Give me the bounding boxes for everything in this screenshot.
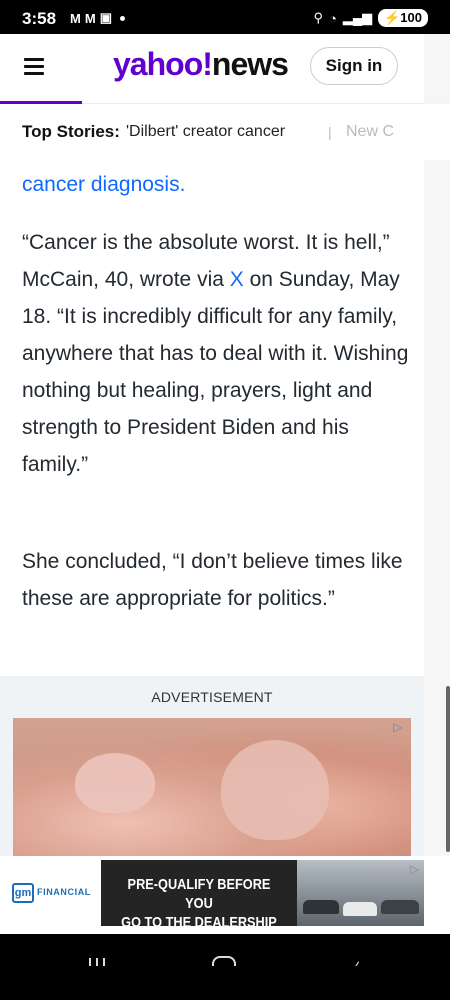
car-shape [381, 900, 419, 914]
signal-icon: ▂▄▆ [342, 10, 373, 25]
system-nav-bar: 〈 [0, 934, 450, 979]
more-notifications-dot [119, 15, 125, 21]
top-stories-bar: Top Stories: 'Dilbert' creator cancer | … [0, 104, 450, 160]
logo-yahoo: yahoo! [113, 46, 213, 82]
cta-line-1: PRE-QUALIFY BEFORE YOU [127, 876, 271, 912]
battery-level: 100 [400, 10, 422, 25]
banner-ad[interactable]: gm FINANCIAL PRE-QUALIFY BEFORE YOU GO T… [0, 856, 450, 934]
ad-image[interactable]: ▷ [13, 718, 411, 856]
gm-financial-text: FINANCIAL [37, 887, 91, 897]
car-shape [303, 900, 339, 914]
ad-label: ADVERTISEMENT [151, 689, 273, 705]
battery-indicator: ⚡100 [378, 9, 428, 27]
article-paragraph: She concluded, “I don’t believe times li… [22, 550, 403, 610]
article-paragraph: “Cancer is the absolute worst. It is hel… [22, 224, 412, 483]
ad-choices-icon[interactable]: ▷ [393, 720, 407, 734]
advertisement: ADVERTISEMENT ▷ [0, 676, 424, 856]
page-edge [424, 34, 450, 104]
gmail-icon: M [84, 10, 96, 26]
news-app-icon: ▣ [99, 10, 112, 25]
gm-logo: gm [12, 883, 34, 903]
ad-image-detail [221, 740, 329, 840]
status-time: 3:58 [22, 9, 57, 28]
top-story-link[interactable]: 'Dilbert' creator cancer [126, 123, 285, 141]
article-body: cancer diagnosis. “Cancer is the absolut… [0, 160, 424, 676]
cancer-diagnosis-link[interactable]: cancer diagnosis. [22, 173, 185, 196]
location-icon: ⚲ [313, 10, 324, 25]
banner-cta-text: PRE-QUALIFY BEFORE YOU GO TO THE DEALERS… [116, 875, 283, 932]
quote-text-continued: on Sunday, May 18. “It is incredibly dif… [22, 268, 409, 476]
screen-bottom [0, 966, 450, 1000]
banner-car-photo: ▷ [297, 860, 424, 926]
yahoo-news-logo[interactable]: yahoo!news [113, 46, 289, 83]
sign-in-button[interactable]: Sign in [310, 47, 398, 85]
cta-line-2: GO TO THE DEALERSHIP [121, 914, 277, 931]
gmail-icon: M [70, 10, 81, 26]
top-stories-label: Top Stories: [22, 122, 120, 141]
top-story-link[interactable]: New C [346, 123, 394, 141]
banner-cta-panel[interactable]: PRE-QUALIFY BEFORE YOU GO TO THE DEALERS… [101, 860, 297, 931]
status-right: ⚲ ◔ ▂▄▆ ⚡100 [313, 9, 428, 27]
hamburger-menu-icon[interactable] [24, 58, 44, 75]
ad-image-detail [75, 753, 155, 813]
scrollbar-thumb[interactable] [446, 686, 450, 852]
article-paragraph: cancer diagnosis. [22, 166, 412, 203]
x-link[interactable]: X [230, 268, 244, 291]
ad-choices-icon[interactable]: ▷ [410, 862, 419, 876]
notification-icons: M M ▣ [70, 10, 125, 26]
status-bar: 3:58 M M ▣ ⚲ ◔ ▂▄▆ ⚡100 [0, 0, 450, 34]
wifi-icon: ◔ [329, 10, 337, 26]
story-separator: | [328, 124, 332, 140]
app-header: yahoo!news Sign in [0, 34, 424, 104]
logo-news: news [211, 46, 289, 82]
car-shape [343, 902, 377, 916]
